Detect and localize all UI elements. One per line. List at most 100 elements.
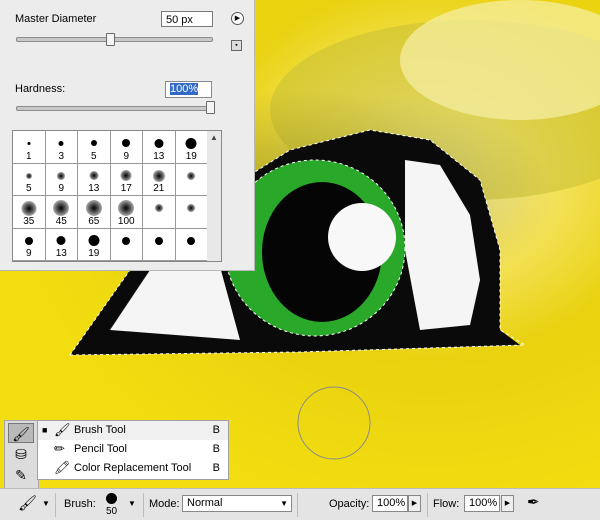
brush-preset-cell[interactable] [175,163,208,196]
brush-size-label: 21 [153,183,165,194]
flow-stepper-icon[interactable]: ▶ [501,495,514,512]
master-diameter-slider-thumb[interactable] [105,33,115,46]
tool-flyout-menu: ■ 🖌 Brush Tool B ✏ Pencil Tool B 🖍 Color… [37,420,229,480]
master-diameter-label: Master Diameter [15,13,97,25]
brush-size-label: 9 [58,183,65,194]
brush-preset-cell[interactable]: 19 [175,131,208,164]
menu-item-shortcut: B [212,443,220,455]
brush-preset-cell[interactable] [143,228,176,261]
brush-preset-cell[interactable]: 3 [45,131,78,164]
brush-size-label: 100 [117,215,135,227]
flow-field[interactable]: 100% [464,495,500,512]
airbrush-icon[interactable]: ✒ [527,493,540,511]
master-diameter-field[interactable]: 50 px [161,11,213,27]
menu-item-label: Pencil Tool [74,443,127,455]
brush-size-label: 9 [123,150,130,162]
menu-item-color-replacement-tool[interactable]: 🖍 Color Replacement Tool B [38,459,228,478]
stamp-icon[interactable]: ⛁ [8,444,34,464]
brush-preset-picker: Master Diameter 50 px ▶ ▪ Hardness: 100%… [0,0,255,271]
brush-tip-icon [89,171,99,180]
brush-preset-cell[interactable]: 21 [143,163,176,196]
tool-options-bar: 🖌 ▼ Brush: 50 ▼ Mode: Normal ▼ Opacity: 1… [0,488,600,520]
brush-tip-icon [185,137,197,149]
picker-menu-icon[interactable]: ▶ [231,12,244,25]
mode-value: Normal [187,497,223,509]
brush-tip-icon [56,236,66,245]
brush-preset-cell[interactable]: 9 [13,228,46,261]
brush-preset-cell[interactable]: 5 [78,131,111,164]
opacity-stepper-icon[interactable]: ▶ [408,495,421,512]
brush-tip-icon [21,200,37,216]
toolbox-group: 🖌 ⛁ ✎ [4,420,39,490]
brush-tip-icon [152,169,165,182]
hardness-slider-thumb[interactable] [206,101,215,114]
brush-preset-cell[interactable] [110,228,143,261]
brush-preset-cell[interactable]: 65 [78,196,111,229]
brush-tip-icon [118,200,135,216]
brush-tip-icon [88,235,100,246]
brush-preset-cell[interactable]: 9 [110,131,143,164]
brush-size-label: 1 [25,150,32,162]
brush-size-label: 35 [23,215,35,227]
brush-tip-icon [120,170,132,181]
brush-size-label: 19 [185,150,197,162]
brush-size-label: 13 [153,150,165,162]
hardness-slider[interactable] [16,106,215,111]
brush-preset-cell[interactable]: 13 [143,131,176,164]
brush-preset-cell[interactable] [143,196,176,229]
brush-size-label: 9 [25,248,32,259]
brush-preset-cell[interactable]: 13 [45,228,78,261]
brush-preset-cell[interactable] [175,196,208,229]
brush-tip-icon [25,172,32,179]
brush-tip-icon [57,171,66,180]
tool-preset-brush-icon[interactable]: 🖌 [18,494,37,512]
brush-icon: 🖌 [54,422,71,437]
brush-preset-cell[interactable]: 100 [110,196,143,229]
brush-preview-icon[interactable] [106,493,117,504]
brush-preset-cell[interactable]: 13 [78,163,111,196]
brush-preset-cell[interactable]: 19 [78,228,111,261]
brush-preset-cell[interactable]: 9 [45,163,78,196]
brush-preset-cell[interactable]: 5 [13,163,46,196]
opacity-field[interactable]: 100% [372,495,408,512]
brush-preset-cell[interactable]: 45 [45,196,78,229]
brush-tip-icon [187,204,196,212]
brush-icon[interactable]: 🖌 [8,423,34,443]
menu-item-brush-tool[interactable]: ■ 🖌 Brush Tool B [38,421,228,440]
hardness-label: Hardness: [15,83,66,95]
divider [55,493,56,517]
brush-preset-cell[interactable]: 17 [110,163,143,196]
brush-tip-icon [53,200,70,216]
brush-size-label: 13 [88,183,100,194]
mode-label: Mode: [149,498,180,510]
mode-select[interactable]: Normal ▼ [182,495,292,512]
brush-tip-icon [154,138,164,148]
brush-picker-chevron-icon[interactable]: ▼ [128,499,136,508]
brush-tip-icon [187,171,196,180]
brush-preset-cell[interactable]: 35 [13,196,46,229]
menu-item-pencil-tool[interactable]: ✏ Pencil Tool B [38,440,228,459]
opacity-label: Opacity: [329,498,370,510]
scroll-up-icon[interactable]: ▲ [207,131,221,145]
brush-preset-cell[interactable]: 1 [13,131,46,164]
brush-tip-icon [187,236,196,245]
tool-preset-chevron-icon[interactable]: ▼ [42,499,50,508]
brush-preset-grid: 1 3 5 9 13 19 5 9 13 17 21 35 45 65 100 9 13 19 [12,130,209,262]
brush-label: Brush: [64,498,96,510]
master-diameter-slider[interactable] [16,37,213,42]
pencil-icon: ✏ [54,441,65,456]
brush-tip-icon [58,140,64,146]
chevron-down-icon: ▼ [280,499,288,508]
divider [297,493,298,517]
history-brush-icon[interactable]: ✎ [8,465,34,485]
brush-size-value: 50 [106,506,118,517]
preset-scrollbar[interactable]: ▲ [207,130,222,262]
brush-preset-cell[interactable] [175,228,208,261]
selected-mark-icon: ■ [42,425,48,435]
save-preset-icon[interactable]: ▪ [231,40,242,51]
brush-tip-icon [154,204,163,212]
divider [143,493,144,517]
brush-size-label: 19 [88,248,100,259]
hardness-field[interactable]: 100% [165,81,212,98]
menu-item-shortcut: B [212,462,220,474]
